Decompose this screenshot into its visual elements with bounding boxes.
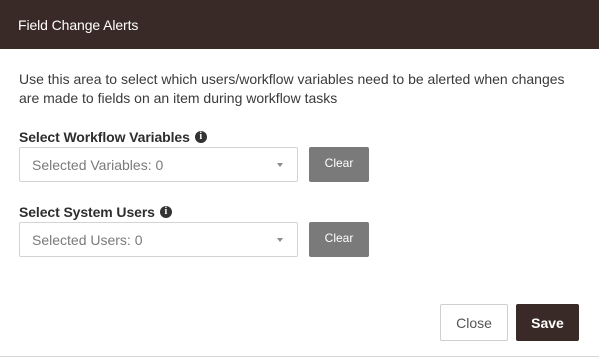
close-button[interactable]: Close <box>440 304 508 341</box>
system-users-select-value: Selected Users: 0 <box>32 231 143 248</box>
workflow-variables-select[interactable]: Selected Variables: 0 <box>19 147 298 182</box>
system-users-label-text: Select System Users <box>19 204 155 220</box>
info-icon[interactable]: i <box>194 131 207 143</box>
system-users-select[interactable]: Selected Users: 0 <box>19 222 298 257</box>
dialog-header: Field Change Alerts <box>0 0 599 49</box>
clear-system-users-button[interactable]: Clear <box>309 222 369 257</box>
clear-workflow-variables-button[interactable]: Clear <box>309 147 369 182</box>
workflow-variables-label: Select Workflow Variables i <box>19 129 207 145</box>
caret-down-icon <box>277 237 283 242</box>
dialog-description: Use this area to select which users/work… <box>19 71 565 106</box>
info-icon[interactable]: i <box>159 206 172 218</box>
caret-down-icon <box>277 162 283 167</box>
system-users-label: Select System Users i <box>19 204 172 220</box>
workflow-variables-select-value: Selected Variables: 0 <box>32 156 164 173</box>
save-button[interactable]: Save <box>516 304 579 341</box>
workflow-variables-label-text: Select Workflow Variables <box>19 129 190 145</box>
dialog-title: Field Change Alerts <box>18 16 139 33</box>
field-change-alerts-dialog: Field Change Alerts Use this area to sel… <box>0 0 599 357</box>
